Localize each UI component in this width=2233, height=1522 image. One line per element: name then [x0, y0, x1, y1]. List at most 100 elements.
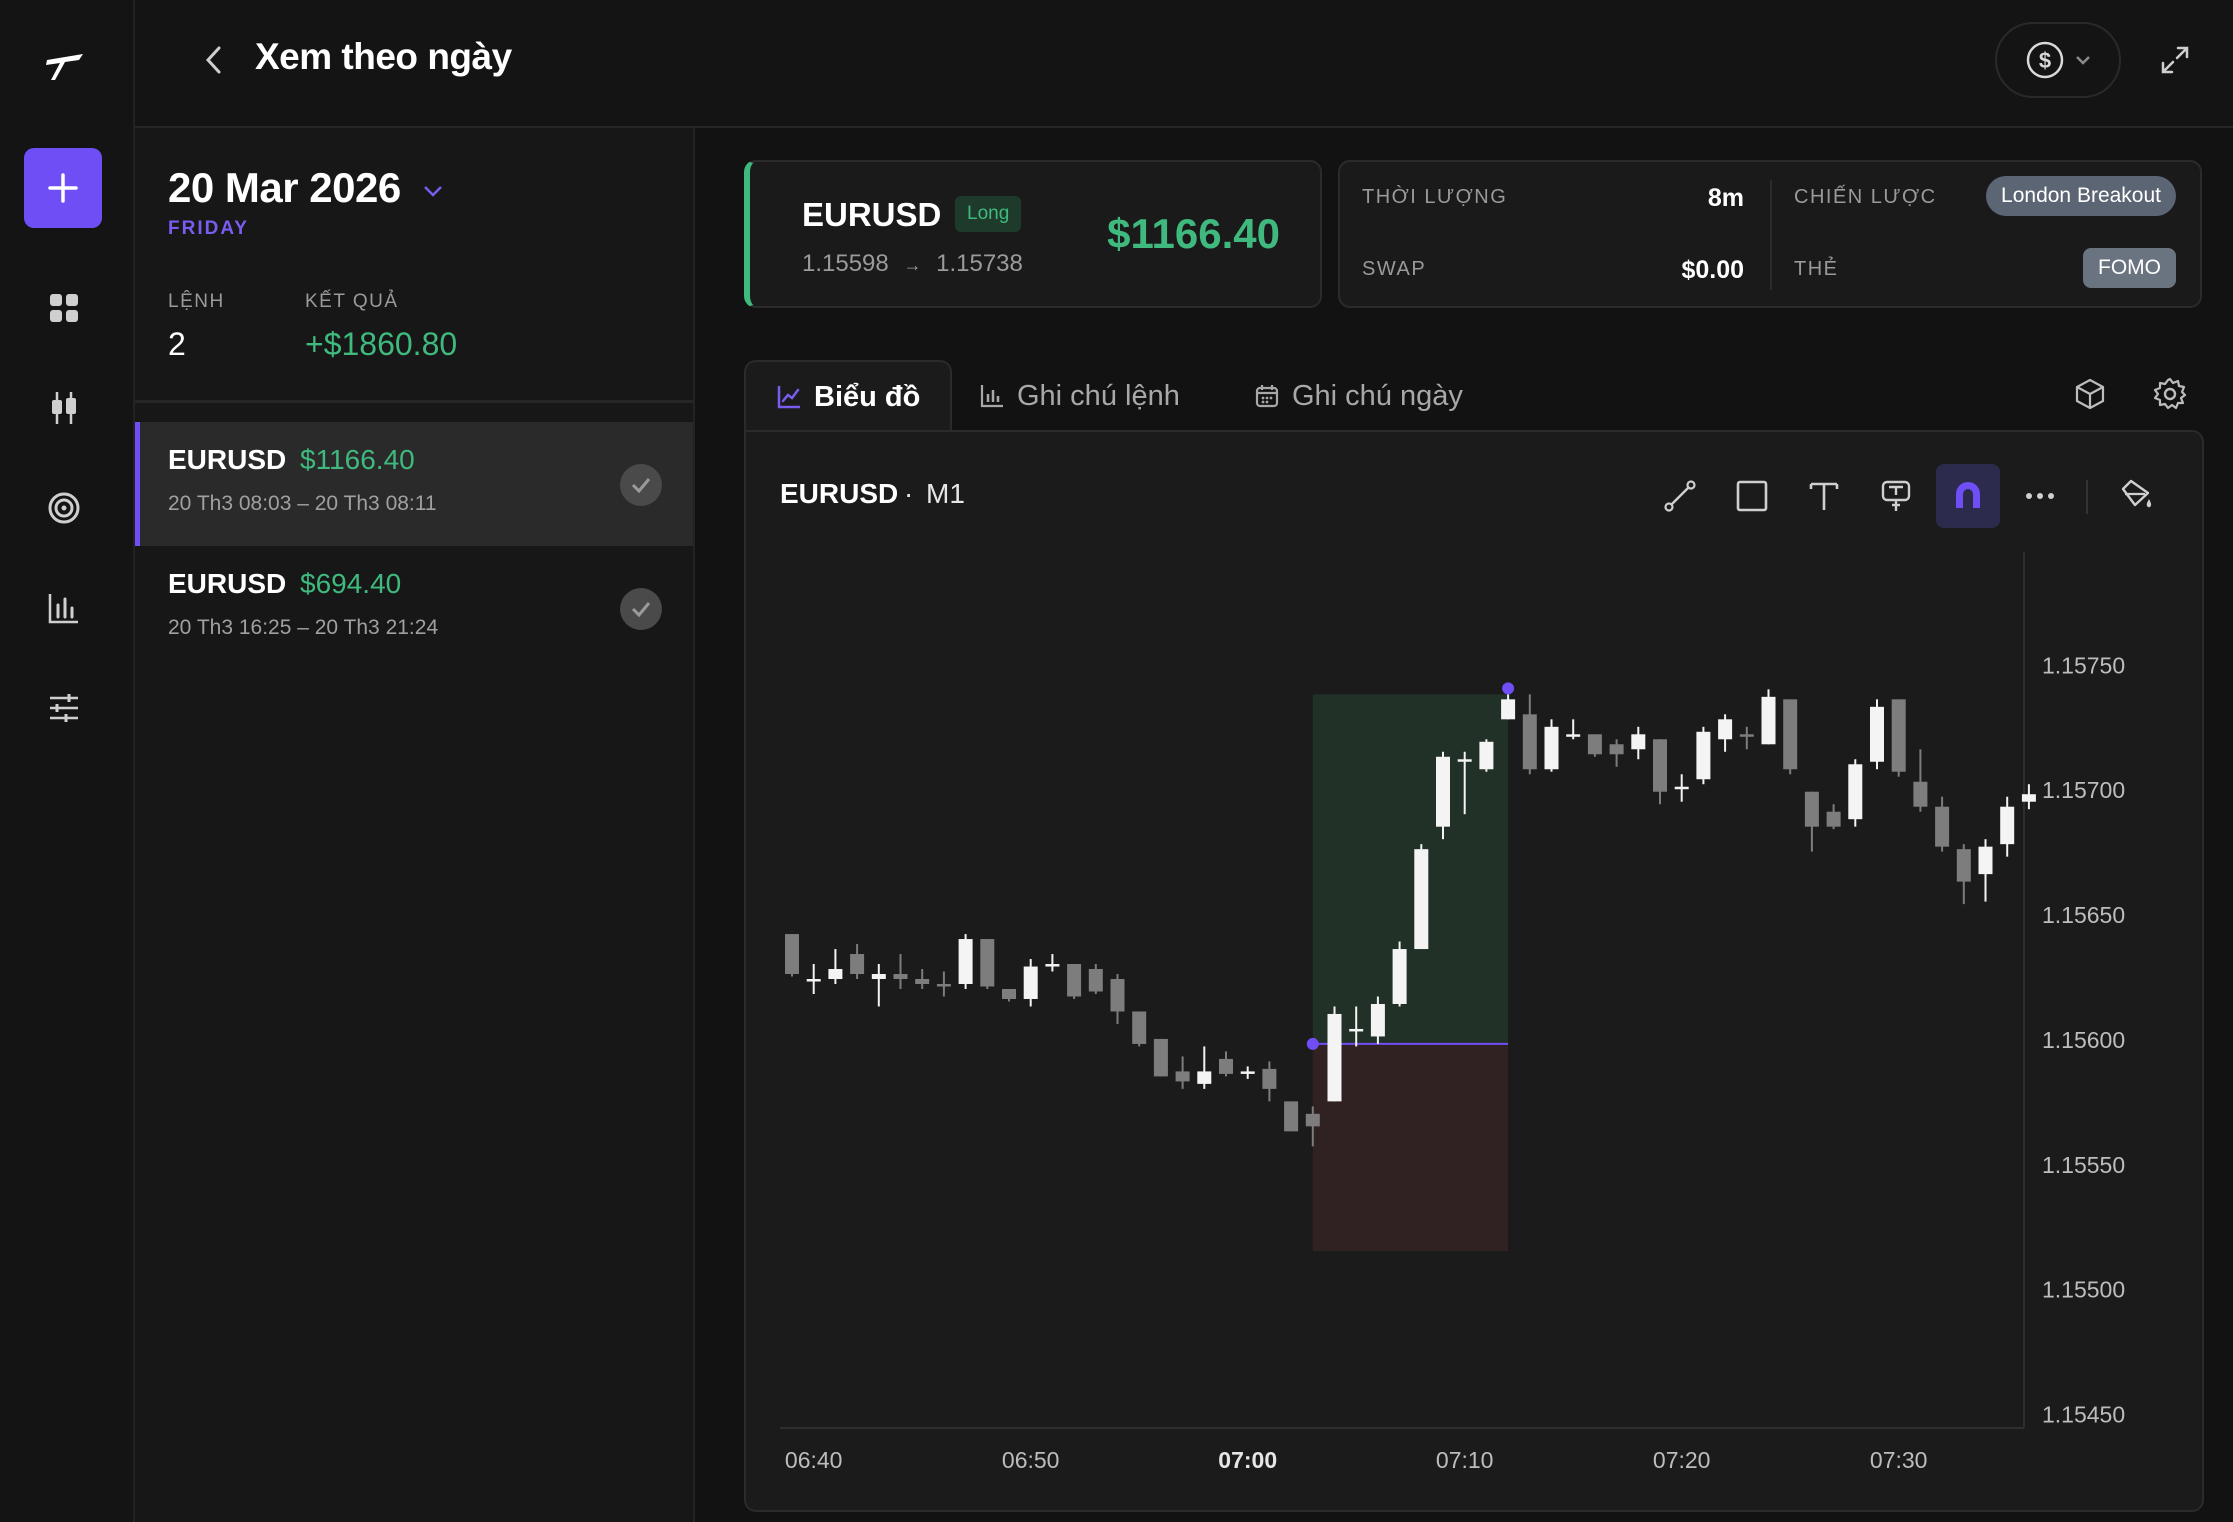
price-chart[interactable]: 1.15750 1.15700 1.15650 1.15600 1.15550 1.155…	[746, 432, 2202, 1510]
price-tick-label: 1.15500	[2042, 1277, 2125, 1303]
candle	[1262, 1061, 1277, 1102]
tab-trade-notes[interactable]: Ghi chú lệnh	[949, 360, 1210, 432]
candle	[1067, 964, 1082, 999]
candle	[1761, 689, 1776, 745]
candle	[1153, 1038, 1168, 1077]
gear-icon[interactable]	[2148, 372, 2192, 416]
calendar-icon	[1255, 385, 1279, 408]
candle	[1783, 699, 1798, 775]
trade-symbol: EURUSD	[168, 444, 287, 475]
price-tick-label: 1.15700	[2042, 777, 2125, 803]
profit-zone[interactable]	[1312, 694, 1509, 1044]
candle	[1609, 739, 1624, 767]
candle	[1522, 694, 1537, 775]
candle	[936, 971, 951, 997]
duration-value: 8m	[1707, 184, 1744, 212]
candle	[850, 944, 865, 980]
page-header: Xem theo ngày $	[135, 0, 2233, 128]
candle	[1327, 1006, 1342, 1102]
candle	[893, 954, 908, 989]
price-tick-label: 1.15750	[2042, 652, 2125, 678]
app-logo-icon[interactable]	[43, 50, 87, 84]
candle	[1392, 941, 1407, 1007]
result-value: +$1860.80	[305, 326, 458, 362]
svg-text:$: $	[2039, 48, 2051, 73]
target-icon[interactable]	[44, 488, 84, 528]
time-tick-label: 07:10	[1436, 1447, 1494, 1473]
tab-label: Biểu đồ	[814, 380, 921, 413]
arrow-right-icon: →	[903, 255, 922, 275]
reports-icon[interactable]	[44, 588, 84, 628]
divider	[1770, 180, 1772, 290]
price-range: 1.15598 → 1.15738	[802, 250, 1023, 278]
price-tick-label: 1.15600	[2042, 1027, 2125, 1053]
candle	[1587, 734, 1602, 757]
line-chart-icon	[777, 386, 800, 409]
fullscreen-button[interactable]	[2155, 40, 2195, 80]
trade-summary-card: EURUSD Long 1.15598 → 1.15738 $1166.40	[744, 160, 1322, 308]
candle	[1197, 1046, 1212, 1089]
candle	[1935, 796, 1950, 852]
settings-sliders-icon[interactable]	[44, 688, 84, 728]
trade-info-card: THỜI LƯỢNG 8m SWAP $0.00 CHIẾN LƯỢC Lond…	[1338, 160, 2202, 308]
tab-label: Ghi chú lệnh	[1017, 379, 1180, 412]
candle	[1956, 844, 1971, 905]
strategy-pill[interactable]: London Breakout	[1986, 176, 2176, 216]
check-icon	[620, 464, 662, 506]
loss-zone[interactable]	[1312, 1043, 1509, 1252]
candle	[1479, 739, 1494, 772]
candle	[980, 939, 995, 989]
currency-selector[interactable]: $	[1995, 22, 2121, 98]
candle	[1414, 844, 1429, 950]
time-tick-label: 06:40	[785, 1447, 843, 1473]
candlestick-icon[interactable]	[44, 388, 84, 428]
nav-rail	[0, 0, 135, 1522]
plus-icon	[48, 173, 78, 203]
entry-marker	[1306, 1037, 1319, 1050]
candle	[1826, 804, 1841, 830]
candle	[1848, 759, 1863, 827]
candle	[1653, 739, 1667, 805]
tab-bar: Biểu đồ Ghi chú lệnh Ghi chú ngày	[744, 360, 2204, 432]
swap-value: $0.00	[1681, 256, 1744, 284]
swap-label: SWAP	[1362, 258, 1427, 280]
candle	[958, 934, 973, 989]
strategy-label: CHIẾN LƯỢC	[1794, 186, 1937, 208]
chevron-down-icon[interactable]	[423, 184, 443, 202]
tag-pill[interactable]: FOMO	[2083, 248, 2176, 288]
check-icon	[620, 588, 662, 630]
orders-label: LỆNH	[168, 291, 225, 312]
add-trade-button[interactable]	[24, 148, 102, 228]
candle	[1088, 964, 1103, 994]
tab-day-notes[interactable]: Ghi chú ngày	[1224, 360, 1493, 432]
candle	[1240, 1066, 1255, 1079]
time-tick-label: 07:30	[1870, 1447, 1928, 1473]
trade-pnl: $1166.40	[300, 444, 415, 475]
tab-chart[interactable]: Biểu đồ	[744, 360, 953, 432]
price-tick-label: 1.15550	[2042, 1152, 2125, 1178]
expand-icon	[2161, 46, 2189, 74]
candle	[1870, 699, 1884, 770]
dashboard-icon[interactable]	[44, 288, 84, 328]
candle	[1436, 751, 1450, 840]
price-tick-label: 1.15650	[2042, 902, 2125, 928]
trade-pnl: $694.40	[300, 568, 402, 599]
back-button[interactable]	[195, 40, 231, 80]
result-label: KẾT QUẢ	[305, 291, 399, 312]
price-tick-label: 1.15450	[2042, 1402, 2125, 1428]
candle	[1219, 1051, 1233, 1077]
candle	[1566, 719, 1581, 740]
exit-marker	[1502, 682, 1515, 695]
candle	[1804, 791, 1819, 852]
trade-list-item[interactable]: EURUSD $1166.40 20 Th3 08:03 – 20 Th3 08…	[135, 422, 693, 546]
candle	[1891, 699, 1906, 777]
trade-symbol: EURUSD	[802, 196, 942, 233]
trade-list-item[interactable]: EURUSD $694.40 20 Th3 16:25 – 20 Th3 21:…	[135, 546, 693, 670]
candle	[1023, 959, 1038, 1007]
time-tick-label: 06:50	[1002, 1447, 1060, 1473]
trade-pnl-large: $1166.40	[1107, 210, 1280, 257]
cube-icon[interactable]	[2068, 372, 2112, 416]
date-title[interactable]: 20 Mar 2026	[168, 164, 401, 212]
candle	[828, 949, 843, 985]
chevron-left-icon	[205, 46, 221, 74]
